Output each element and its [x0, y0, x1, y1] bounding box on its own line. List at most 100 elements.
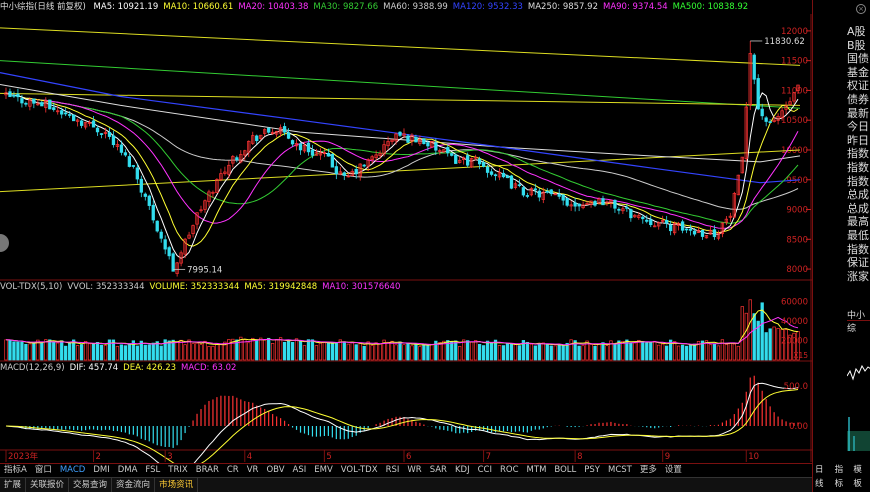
volume-bar [740, 306, 744, 361]
volume-bar [680, 344, 685, 361]
indicator-tab[interactable]: 设置 [661, 464, 686, 477]
volume-bar [517, 345, 522, 361]
volume-axis-label: 40000 [781, 317, 808, 327]
close-icon[interactable]: × [856, 4, 866, 14]
indicator-tab[interactable]: SAR [426, 464, 451, 477]
indicator-tab[interactable]: OBV [262, 464, 288, 477]
indicator-tab-bar: 指标A 窗口 MACD DMI DMA FSL TRIX BRAR CR VR OBV ASI EMV V… [0, 463, 812, 477]
volume-bar [211, 345, 215, 361]
ma250-line [0, 27, 801, 66]
volume-bar [16, 341, 20, 361]
bottom-tab[interactable]: 交易查询 [69, 478, 113, 492]
volume-bar [732, 343, 736, 361]
candle-body [151, 204, 155, 221]
bottom-tab[interactable]: 资金流向 [112, 478, 156, 492]
volume-bar [629, 342, 633, 361]
indicator-tab[interactable]: MCST [604, 464, 636, 477]
candle-body [688, 228, 693, 231]
candle-body [235, 157, 239, 160]
volume-bar [641, 341, 645, 361]
volume-bar [426, 344, 430, 361]
indicator-tab[interactable]: ASI [289, 464, 311, 477]
volume-bar [60, 340, 64, 361]
volume-bar [541, 342, 545, 361]
volume-bar [378, 343, 382, 361]
volume-bar [553, 345, 557, 361]
volume-bar [207, 346, 211, 361]
right-bottom-tab[interactable]: 指标 [833, 463, 852, 489]
indicator-tab[interactable]: 指标A [0, 464, 31, 477]
candle-body [764, 117, 768, 122]
timeframe-label[interactable]: 日线 [812, 463, 833, 489]
candle-body [91, 120, 96, 128]
info-row-label: 涨家 [847, 269, 869, 283]
candle-body [477, 158, 482, 165]
right-bottom-tab[interactable]: 模板 [851, 463, 870, 489]
indicator-tab[interactable]: MACD [56, 464, 89, 477]
x-axis-label: 2023年 [8, 451, 39, 462]
indicator-tab[interactable]: VOL-TDX [337, 464, 382, 477]
indicator-tab[interactable]: FSL [141, 464, 164, 477]
indicator-tab[interactable]: MTM [523, 464, 551, 477]
macd-legend-item: MACD: 63.02 [181, 363, 237, 373]
volume-legend-item: VVOL: 352333344 [67, 282, 145, 292]
volume-bar [143, 344, 147, 361]
indicator-tab[interactable]: TRIX [164, 464, 191, 477]
volume-bar [354, 344, 358, 361]
info-row-label: B股 [847, 38, 866, 52]
bottom-tab[interactable]: 市场资讯 [155, 478, 199, 492]
indicator-tab[interactable]: DMI [89, 464, 113, 477]
mini-chart [846, 320, 870, 451]
candle-body [565, 197, 569, 206]
indicator-tab[interactable]: PSY [580, 464, 604, 477]
volume-bar [649, 342, 653, 361]
indicator-tab[interactable]: DMA [114, 464, 142, 477]
volume-bar [581, 345, 585, 361]
x-axis-label: 6 [406, 452, 411, 462]
info-row-label: 权证 [847, 79, 869, 93]
x-axis-label: 4 [247, 452, 252, 462]
volume-bar [577, 345, 581, 361]
candle-body [414, 137, 418, 143]
candle-body [426, 142, 430, 147]
price-axis-label: 9000 [786, 206, 808, 216]
indicator-tab[interactable]: VR [243, 464, 263, 477]
info-row-label: 最高 [847, 215, 869, 229]
candle-body [95, 127, 100, 133]
candle-body [573, 202, 577, 207]
indicator-tab[interactable]: WR [403, 464, 425, 477]
bottom-tab[interactable]: 扩展 [0, 478, 27, 492]
info-row-label: 指数 [847, 174, 869, 188]
indicator-tab[interactable]: 更多 [636, 464, 661, 477]
volume-bar [191, 343, 195, 361]
bottom-tab[interactable]: 关联报价 [26, 478, 70, 492]
indicator-tab[interactable]: ROC [496, 464, 523, 477]
candle-body [12, 95, 16, 97]
candle-body [577, 203, 581, 207]
indicator-tab[interactable]: BRAR [192, 464, 223, 477]
candlestick-chart[interactable]: 1200011500110001050010000950090008500800… [0, 0, 812, 463]
chart-area[interactable]: 中小综指(日线 前复权) MA5: 10921.19 MA10: 10660.61… [0, 0, 812, 463]
candle-body [123, 152, 128, 156]
candle-body [537, 190, 541, 198]
candle-body [557, 193, 561, 197]
macd-axis-label: 0.00 [789, 422, 808, 432]
volume-bar [334, 342, 338, 361]
indicator-tab[interactable]: RSI [382, 464, 404, 477]
candle-body [752, 54, 756, 80]
volume-bar [633, 342, 637, 361]
indicator-tab[interactable]: CR [223, 464, 243, 477]
volume-bar [52, 341, 56, 361]
candle-body [99, 133, 104, 135]
volume-bar [505, 342, 510, 361]
volume-bar [179, 339, 183, 361]
candle-body [493, 174, 498, 177]
indicator-tab[interactable]: 窗口 [31, 464, 56, 477]
indicator-tab[interactable]: KDJ [451, 464, 474, 477]
indicator-tab[interactable]: EMV [310, 464, 337, 477]
high-annotation: 11830.62 [764, 37, 805, 47]
indicator-tab[interactable]: CCI [474, 464, 496, 477]
volume-bar [4, 339, 8, 361]
indicator-tab[interactable]: BOLL [550, 464, 580, 477]
volume-bar [115, 345, 120, 361]
